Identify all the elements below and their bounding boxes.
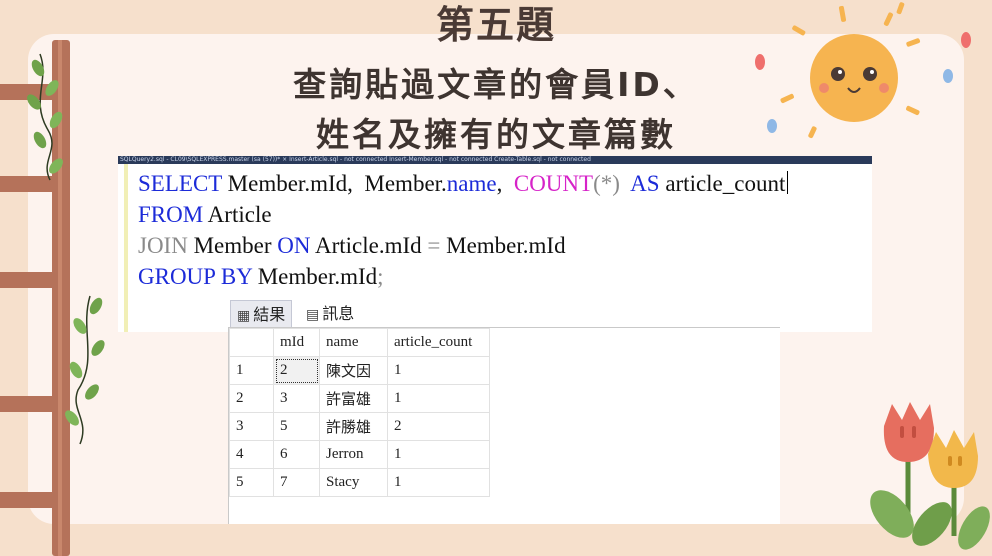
- cell-name[interactable]: 許富雄: [319, 384, 388, 413]
- cell-article-count[interactable]: 1: [387, 384, 490, 413]
- sql-text: Article: [203, 202, 272, 227]
- column-header-mid[interactable]: mId: [273, 328, 320, 357]
- cell-article-count[interactable]: 2: [387, 412, 490, 441]
- sql-text: Member.: [221, 171, 311, 196]
- results-grid[interactable]: mId name article_count 1 2 陳文因 1 2 3 許富雄…: [228, 328, 780, 524]
- cell-mid[interactable]: 5: [273, 412, 320, 441]
- cell-article-count[interactable]: 1: [387, 356, 490, 385]
- column-header-rownum[interactable]: [229, 328, 274, 357]
- table-header-row: mId name article_count: [229, 328, 490, 357]
- editor-gutter: [124, 164, 128, 332]
- table-row[interactable]: 1 2 陳文因 1: [229, 356, 490, 385]
- sql-operator: =: [427, 233, 441, 258]
- cell-name[interactable]: Jerron: [319, 440, 388, 469]
- sql-text: article_count: [659, 171, 786, 196]
- sql-text: , Member.: [347, 171, 447, 196]
- results-table: mId name article_count 1 2 陳文因 1 2 3 許富雄…: [229, 328, 490, 497]
- sql-operator: ;: [377, 264, 384, 289]
- cell-name[interactable]: 許勝雄: [319, 412, 388, 441]
- row-number[interactable]: 4: [229, 440, 274, 469]
- sql-code[interactable]: SELECT Member.mId, Member.name, COUNT(*)…: [138, 168, 789, 292]
- sql-keyword: name: [446, 171, 497, 196]
- sql-text: ,: [496, 171, 514, 196]
- sql-text: Member: [187, 233, 278, 258]
- sql-text: Member.mId: [251, 264, 378, 289]
- grid-icon: ▦: [237, 308, 251, 324]
- sql-text: Member.mId: [440, 233, 566, 258]
- row-number[interactable]: 5: [229, 468, 274, 497]
- cell-article-count[interactable]: 1: [387, 468, 490, 497]
- results-tab-bar: ▦ 結果 ▤ 訊息: [228, 298, 780, 328]
- sql-line-2: FROM Article: [138, 199, 788, 230]
- slide-title: 第五題: [435, 3, 556, 47]
- column-header-article-count[interactable]: article_count: [387, 328, 490, 357]
- cell-name[interactable]: Stacy: [319, 468, 388, 497]
- sql-text: mId: [310, 171, 348, 196]
- sql-operator: (*): [593, 171, 631, 196]
- sql-keyword: ON: [277, 233, 311, 258]
- text-caret: [787, 171, 789, 194]
- sql-text: Article.mId: [310, 233, 428, 258]
- column-header-name[interactable]: name: [319, 328, 388, 357]
- cell-article-count[interactable]: 1: [387, 440, 490, 469]
- row-number[interactable]: 3: [229, 412, 274, 441]
- cell-name[interactable]: 陳文因: [319, 356, 388, 385]
- sql-keyword: SELECT: [138, 171, 222, 196]
- slide-subtitle-line-1: 查詢貼過文章的會員ID、: [293, 65, 699, 104]
- message-icon: ▤: [306, 307, 320, 323]
- sql-keyword: AS: [630, 171, 660, 196]
- tab-results[interactable]: ▦ 結果: [230, 300, 293, 327]
- table-row[interactable]: 2 3 許富雄 1: [229, 384, 490, 413]
- sql-line-4: GROUP BY Member.mId;: [138, 261, 788, 292]
- row-number[interactable]: 2: [229, 384, 274, 413]
- slide-subtitle-line-2: 姓名及擁有的文章篇數: [316, 115, 676, 154]
- table-row[interactable]: 5 7 Stacy 1: [229, 468, 490, 497]
- row-number[interactable]: 1: [229, 356, 274, 385]
- sql-keyword-join: JOIN: [138, 233, 188, 258]
- cell-mid[interactable]: 7: [273, 468, 320, 497]
- tab-results-label: 結果: [253, 305, 286, 324]
- editor-tab-strip[interactable]: SQLQuery2.sql - CL09\SQLEXPRESS.master (…: [118, 156, 872, 164]
- sql-keyword: FROM: [138, 202, 204, 227]
- tulips-illustration: [870, 402, 990, 550]
- sql-line-3: JOIN Member ON Article.mId = Member.mId: [138, 230, 788, 261]
- cell-mid[interactable]: 2: [273, 356, 320, 385]
- sql-function: COUNT: [513, 171, 594, 196]
- table-row[interactable]: 3 5 許勝雄 2: [229, 412, 490, 441]
- sql-line-1: SELECT Member.mId, Member.name, COUNT(*)…: [138, 168, 789, 199]
- cell-mid[interactable]: 3: [273, 384, 320, 413]
- cell-mid[interactable]: 6: [273, 440, 320, 469]
- sql-keyword: GROUP BY: [138, 264, 252, 289]
- table-row[interactable]: 4 6 Jerron 1: [229, 440, 490, 469]
- tab-messages[interactable]: ▤ 訊息: [300, 300, 360, 327]
- tab-messages-label: 訊息: [322, 304, 355, 323]
